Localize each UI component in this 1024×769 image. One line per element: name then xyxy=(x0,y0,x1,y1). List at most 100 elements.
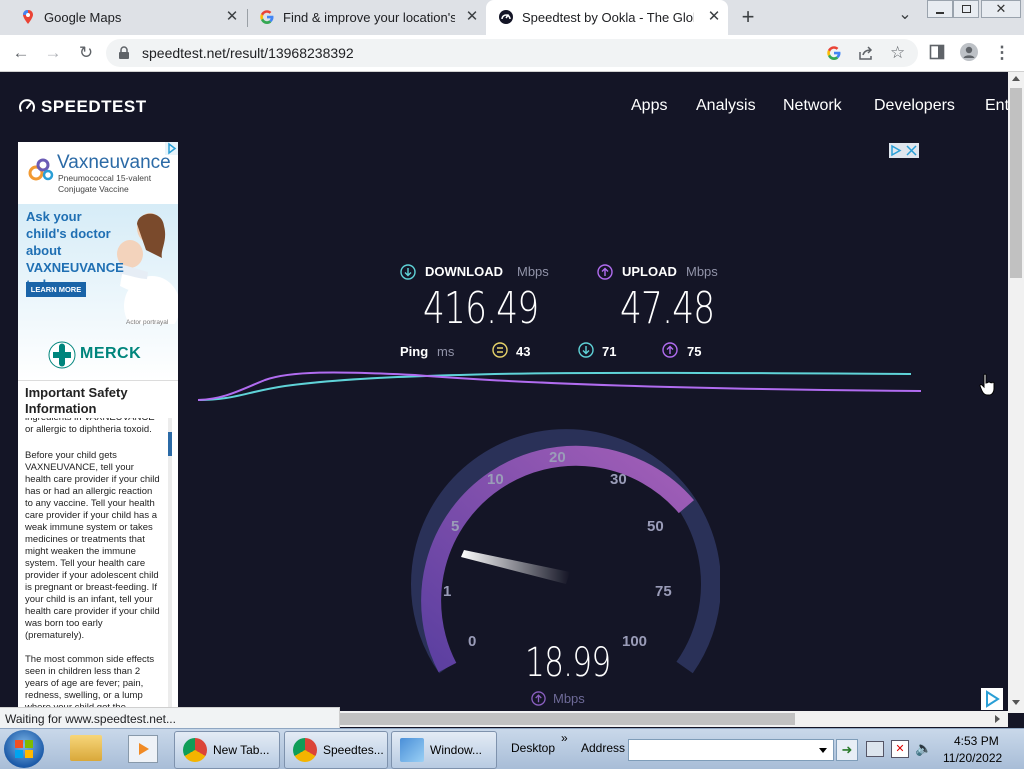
profile-avatar-icon[interactable] xyxy=(959,42,979,62)
address-label: Address xyxy=(581,741,626,755)
learn-more-button[interactable]: LEARN MORE xyxy=(26,282,86,297)
toolbar-chevron-icon[interactable]: » xyxy=(561,731,568,745)
ad-divider xyxy=(18,380,178,381)
gauge-tick-label: 0 xyxy=(468,633,477,650)
address-bar[interactable]: speedtest.net/result/13968238392 ☆ xyxy=(106,39,918,67)
gauge-tick-label: 10 xyxy=(487,471,504,488)
taskbar: New Tab... Speedtes... Window... Desktop… xyxy=(0,728,1024,769)
hand-cursor-icon xyxy=(979,373,995,396)
gauge-tick-label: 20 xyxy=(549,449,566,466)
gauge-unit: Mbps xyxy=(553,691,585,706)
explorer-icon[interactable] xyxy=(70,735,102,761)
back-arrow-icon[interactable]: ← xyxy=(11,43,31,63)
dropdown-arrow-icon[interactable] xyxy=(819,748,827,753)
horizontal-scroll-thumb[interactable] xyxy=(340,713,795,725)
forward-arrow-icon[interactable]: → xyxy=(43,43,63,63)
ping-label: Ping xyxy=(400,344,429,359)
vertical-scrollbar[interactable] xyxy=(1008,72,1024,713)
gauge-needle xyxy=(461,550,570,584)
ad-headline: Ask your child's doctor about VAXNEUVANC… xyxy=(26,209,124,292)
new-tab-button[interactable]: + xyxy=(737,5,759,29)
side-panel-icon[interactable] xyxy=(929,44,945,60)
scroll-right-arrow-icon[interactable] xyxy=(995,715,1000,723)
upload-arrow-icon xyxy=(597,264,613,280)
close-tab-icon[interactable]: ✕ xyxy=(224,9,240,25)
speed-graph xyxy=(197,371,922,401)
bookmark-star-icon[interactable]: ☆ xyxy=(890,43,905,63)
isi-text: The most common side effects seen in chi… xyxy=(25,654,155,713)
tab-title: Speedtest by Ookla - The Global xyxy=(522,10,694,25)
taskbar-button-label: New Tab... xyxy=(213,743,270,757)
gauge-speed: 18.99 xyxy=(525,640,611,686)
download-graph-line xyxy=(197,371,912,401)
ping-idle-icon xyxy=(492,342,508,358)
clock-time[interactable]: 4:53 PM xyxy=(954,734,999,748)
scroll-down-arrow-icon[interactable] xyxy=(1012,700,1020,705)
tab-title: Find & improve your location's ac xyxy=(283,10,455,25)
taskbar-new-tab[interactable]: New Tab... xyxy=(174,731,280,769)
volume-icon[interactable]: 🔈 xyxy=(915,740,932,757)
menu-kebab-icon[interactable]: ⋮ xyxy=(992,43,1012,63)
clock-date[interactable]: 11/20/2022 xyxy=(943,751,1002,765)
vaccine-ad[interactable]: Vaxneuvance Pneumococcal 15-valent Conju… xyxy=(18,142,178,713)
vaxneuvance-logo-icon xyxy=(28,158,54,181)
tab-speedtest[interactable]: Speedtest by Ookla - The Global ✕ xyxy=(486,0,728,35)
google-icon[interactable] xyxy=(826,45,842,61)
isi-text: ingredients in VAXNEUVANCE or allergic t… xyxy=(25,418,155,435)
taskbar-speedtest[interactable]: Speedtes... xyxy=(284,731,388,769)
restore-icon xyxy=(962,5,971,13)
isi-scroll-thumb[interactable] xyxy=(168,432,172,456)
network-icon[interactable] xyxy=(866,741,884,757)
ad-sponsor: MERCK xyxy=(80,345,142,362)
speedtest-logo-icon[interactable] xyxy=(18,98,36,116)
scroll-up-arrow-icon[interactable] xyxy=(1012,76,1020,81)
taskbar-window[interactable]: Window... xyxy=(391,731,497,769)
adchoices-icon[interactable] xyxy=(889,143,919,158)
speedtest-logo[interactable]: SPEEDTEST xyxy=(41,97,147,117)
windows-logo-icon xyxy=(15,740,33,758)
tab-google-business[interactable]: Find & improve your location's ac ✕ xyxy=(248,0,486,35)
isi-scrollbar[interactable] xyxy=(168,418,172,713)
adchoices-icon[interactable] xyxy=(981,688,1003,710)
close-tab-icon[interactable]: ✕ xyxy=(464,9,480,25)
close-window-button[interactable]: ✕ xyxy=(981,0,1021,18)
isi-scroll-area[interactable]: ingredients in VAXNEUVANCE or allergic t… xyxy=(18,418,168,713)
action-center-icon[interactable]: ✕ xyxy=(891,740,909,758)
nav-network[interactable]: Network xyxy=(783,97,842,115)
ping-unit: ms xyxy=(437,344,455,359)
desktop-toolbar[interactable]: Desktop xyxy=(511,741,555,755)
windows-explorer-icon xyxy=(400,738,424,762)
nav-analysis[interactable]: Analysis xyxy=(696,97,756,115)
minimize-icon xyxy=(936,12,944,14)
download-arrow-icon xyxy=(400,264,416,280)
share-icon[interactable] xyxy=(858,45,874,61)
speedtest-icon xyxy=(499,10,513,24)
google-maps-icon xyxy=(23,10,33,24)
reload-icon[interactable]: ↻ xyxy=(76,43,96,63)
nav-developers[interactable]: Developers xyxy=(874,97,955,115)
restore-button[interactable] xyxy=(953,0,979,18)
tab-google-maps[interactable]: Google Maps ✕ xyxy=(0,0,246,35)
lock-icon[interactable] xyxy=(118,46,130,60)
download-latency-icon xyxy=(578,342,594,358)
minimize-button[interactable] xyxy=(927,0,953,18)
tab-search-icon[interactable]: ⌄ xyxy=(895,7,915,27)
address-input[interactable] xyxy=(628,739,834,761)
url-text: speedtest.net/result/13968238392 xyxy=(142,45,354,61)
vertical-scroll-thumb[interactable] xyxy=(1010,88,1022,278)
download-unit: Mbps xyxy=(517,264,549,279)
status-bubble: Waiting for www.speedtest.net... xyxy=(0,707,340,729)
upload-speed: 47.48 xyxy=(620,283,715,334)
isi-title: Important Safety Information xyxy=(25,385,128,416)
start-button[interactable] xyxy=(4,730,44,768)
go-button[interactable]: ➜ xyxy=(836,739,858,761)
download-label: DOWNLOAD xyxy=(425,264,503,279)
gauge-tick-label: 1 xyxy=(443,583,452,600)
upload-latency-value: 75 xyxy=(687,344,702,359)
nav-enterprise[interactable]: Ent xyxy=(985,97,1008,115)
media-player-icon[interactable] xyxy=(128,735,158,763)
nav-apps[interactable]: Apps xyxy=(631,97,667,115)
merck-logo-icon xyxy=(48,341,76,369)
upload-graph-line xyxy=(197,371,922,401)
close-tab-icon[interactable]: ✕ xyxy=(706,9,722,25)
